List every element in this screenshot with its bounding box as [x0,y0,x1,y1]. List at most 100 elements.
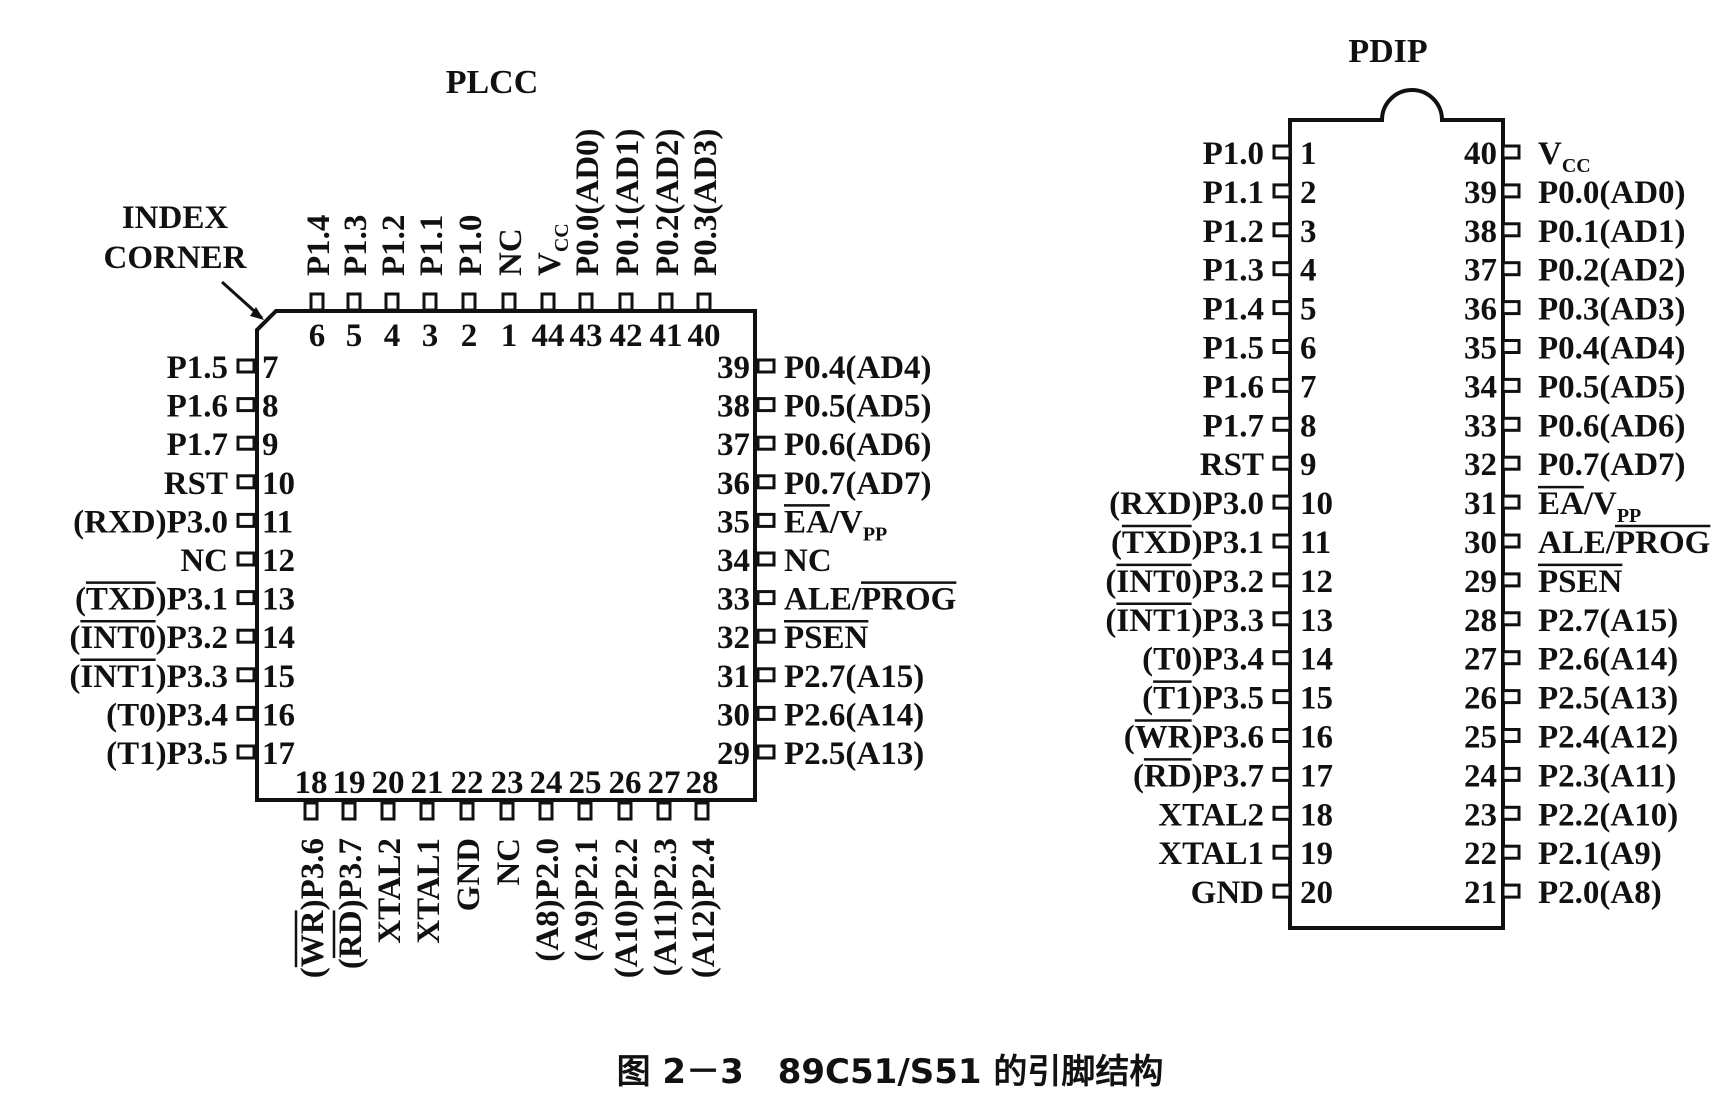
pin-number: 24 [530,765,563,801]
pin-label: P2.5(A13) [1538,681,1678,717]
pin-label: P1.6 [167,389,228,425]
pin-number: 15 [1300,681,1333,717]
pin-pad [694,801,710,821]
pdip-pin-32: 32 P0.7(AD7) [1464,447,1686,483]
pin-pad [1272,339,1292,354]
pin-pad [1272,144,1292,160]
pdip-pin-9: 9 RST [1200,447,1317,483]
pin-pad [1501,766,1521,782]
pin-label: P0.6(AD6) [1538,408,1686,444]
plcc-pin-30: 30 P2.6(A14) [717,697,924,733]
pin-number: 25 [569,765,602,801]
pin-pad [617,801,633,821]
plcc-pin-27: 27 (A11)P2.3 [648,765,685,976]
pin-label: P2.6(A14) [784,697,924,733]
plcc-pin-10: 10 RST [164,466,295,502]
pdip-pin-25: 25 P2.4(A12) [1464,720,1678,756]
pdip-package: PDIP 1 P1.0 2 P1.1 3 P1.2 4 P1.3 5 P1.4 6 P1.5 7 P1.6… [1105,33,1711,930]
plcc-pin-12: 12 NC [180,543,295,579]
pdip-title: PDIP [1348,33,1427,70]
pin-label: (A9)P2.1 [569,838,605,962]
pin-label: NC [491,838,527,886]
plcc-pin-34: 34 NC [717,543,832,579]
plcc-pin-14: 14 (INT0)P3.2 [69,619,295,656]
pin-pad [1272,455,1292,471]
pin-number: 12 [1300,564,1333,600]
plcc-pin-35: 35 EA/VPP [717,504,887,545]
pinout-diagram: PLCC INDEX CORNER 6P1.45P1.34P1.23P1.12P… [69,33,1711,1092]
pin-number: 11 [1300,525,1331,561]
pin-pad [1272,377,1292,393]
pin-label: (A12)P2.4 [686,838,722,978]
pin-number: 16 [262,697,295,733]
pin-number: 28 [1464,603,1497,639]
pin-label: P1.7 [1203,408,1264,444]
pin-label: P0.0(AD0) [570,128,606,276]
pin-number: 9 [1300,447,1317,483]
pin-label: P2.1(A9) [1538,836,1662,872]
pin-label: P0.4(AD4) [784,350,932,386]
pin-number: 27 [1464,642,1497,678]
pin-label: P2.2(A10) [1538,797,1678,833]
pin-number: 18 [295,765,328,801]
index-corner-label-line1: INDEX [122,200,229,236]
pin-label: (A8)P2.0 [530,838,566,962]
pin-number: 32 [717,620,750,656]
plcc-pin-2: 2 P1.0 [453,215,489,354]
pin-pad [1272,728,1292,743]
pin-pad [1501,494,1521,510]
pin-number: 22 [1464,836,1497,872]
pin-pad [1272,261,1292,277]
pdip-pin-12: 12 (INT0)P3.2 [1105,563,1333,600]
pin-label: P0.2(AD2) [650,128,686,276]
pin-label: P1.2 [376,215,412,276]
pin-pad [756,551,776,567]
pin-label: P2.7(A15) [784,659,924,695]
pin-pad [618,292,634,312]
pdip-pin-30: 30 ALE/PROG [1464,524,1711,561]
pin-label: P1.0 [1203,136,1264,172]
pin-label: P1.2 [1203,214,1264,250]
pin-label: RST [164,466,228,502]
plcc-top-pins: 6 P1.4 5 P1.3 4 P1.2 3 P1.1 2 P1.0 1 NC 44 VCC 43 P0.0(… [301,128,724,354]
pin-number: 12 [262,543,295,579]
pin-number: 39 [1464,175,1497,211]
pin-pad [756,628,776,644]
plcc-body [255,309,757,802]
plcc-pin-42: 42 P0.1(AD1) [610,128,647,354]
pin-label: ALE/PROG [784,582,956,618]
pin-number: 2 [461,318,478,354]
pin-number: 21 [411,765,444,801]
plcc-pin-44: 44 VCC [532,223,574,354]
pin-number: 10 [262,466,295,502]
pin-number: 26 [609,765,642,801]
plcc-package: PLCC INDEX CORNER 6 P1.4 5 P1.3 4 P1.2 3 P1.1 2 P… [69,64,957,978]
pin-pad [236,744,256,760]
pin-label: P2.7(A15) [1538,603,1678,639]
pin-label: P2.5(A13) [784,736,924,772]
pin-pad [1272,611,1292,627]
pin-number: 15 [262,659,295,695]
pdip-pin-34: 34 P0.5(AD5) [1464,369,1686,405]
pdip-pin-5: 5 P1.4 [1203,292,1317,328]
plcc-pin-8: 8 P1.6 [167,389,279,425]
pin-number: 4 [384,318,401,354]
pin-label: (RXD)P3.0 [73,504,228,540]
plcc-bottom-pins: 18(WR)P3.619(RD)P3.720XTAL221XTAL122GND2… [295,765,723,978]
pin-pad [309,292,325,312]
plcc-pin-36: 36 P0.7(AD7) [717,466,932,502]
plcc-pin-29: 29 P2.5(A13) [717,736,924,772]
pin-pad [1501,222,1521,238]
pin-pad [346,292,362,312]
pin-pad [1501,805,1521,821]
pin-label: (RD)P3.7 [1133,758,1264,794]
pin-pad [1501,533,1521,549]
pin-label: (TXD)P3.1 [1111,525,1264,561]
plcc-pin-43: 43 P0.0(AD0) [570,128,607,354]
pin-number: 27 [648,765,681,801]
pdip-pin-37: 37 P0.2(AD2) [1464,253,1686,289]
pin-number: 23 [491,765,524,801]
pin-number: 6 [309,318,326,354]
pdip-pin-18: 18 XTAL2 [1158,797,1333,833]
pin-label: (T1)P3.5 [1142,681,1264,717]
